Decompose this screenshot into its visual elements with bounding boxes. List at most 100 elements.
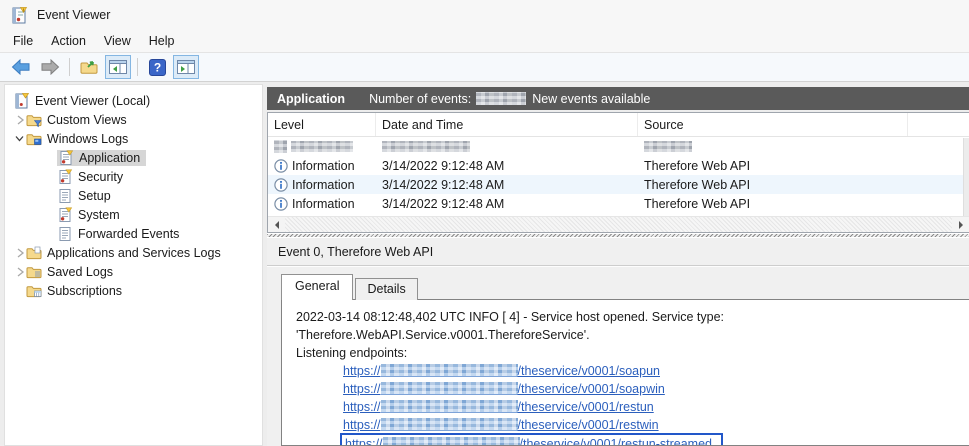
- log-line: 2022-03-14 08:12:48,402 UTC INFO [ 4] - …: [296, 310, 725, 342]
- redacted-host: [380, 382, 518, 395]
- action-pane-icon: [177, 60, 195, 74]
- tree-item-custom-views[interactable]: Custom Views: [5, 110, 262, 129]
- event-viewer-icon: [14, 92, 31, 109]
- tree-item-application[interactable]: Application: [5, 148, 262, 167]
- open-saved-log-button[interactable]: [76, 55, 102, 79]
- scroll-right-arrow[interactable]: [952, 217, 969, 232]
- event-row[interactable]: Information 3/14/2022 9:12:48 AM Therefo…: [268, 194, 969, 213]
- column-header-level[interactable]: Level: [268, 113, 376, 136]
- preview-divider: [267, 265, 969, 266]
- forwarded-events-log-icon: [57, 226, 74, 242]
- event-source: Therefore Web API: [644, 196, 751, 211]
- content-area: Application Number of events: New events…: [267, 82, 969, 446]
- event-list-header-row: Level Date and Time Source: [268, 113, 969, 137]
- redacted-host: [380, 400, 518, 413]
- windows-logs-folder-icon: [26, 131, 43, 147]
- new-events-text: New events available: [532, 91, 651, 106]
- redacted-source: [644, 141, 692, 152]
- svg-text:?: ?: [153, 60, 160, 74]
- folder-export-icon: [80, 59, 99, 75]
- event-row[interactable]: Information 3/14/2022 9:12:48 AM Therefo…: [268, 156, 969, 175]
- tree-item-forwarded-events[interactable]: Forwarded Events: [5, 224, 262, 243]
- chevron-right-icon[interactable]: [13, 266, 26, 278]
- endpoint-link-restwin[interactable]: https:///theservice/v0001/restwin: [343, 416, 965, 434]
- menu-action[interactable]: Action: [42, 32, 95, 50]
- tree-item-label: Security: [78, 169, 124, 184]
- event-row[interactable]: Information 3/14/2022 9:12:48 AM Therefo…: [268, 175, 969, 194]
- tree-item-label: Windows Logs: [47, 131, 129, 146]
- event-row-redacted[interactable]: [268, 137, 969, 156]
- horizontal-scrollbar[interactable]: [268, 216, 969, 232]
- chevron-down-icon[interactable]: [13, 133, 26, 144]
- event-count-redacted: [476, 92, 527, 105]
- event-source: Therefore Web API: [644, 158, 751, 173]
- custom-views-folder-icon: [26, 112, 43, 128]
- scroll-left-arrow[interactable]: [268, 217, 285, 232]
- tree-item-saved-logs[interactable]: Saved Logs: [5, 262, 262, 281]
- tree-item-label: Event Viewer (Local): [35, 93, 151, 108]
- tab-general[interactable]: General: [281, 274, 354, 300]
- toolbar: ?: [0, 52, 969, 82]
- forward-icon: [40, 59, 60, 75]
- tree-item-system[interactable]: System: [5, 205, 262, 224]
- log-header-bar: Application Number of events: New events…: [267, 87, 969, 110]
- menu-bar: File Action View Help: [0, 30, 969, 52]
- application-log-icon: [58, 150, 75, 166]
- log-name: Application: [277, 91, 346, 106]
- event-list: Level Date and Time Source Information 3…: [267, 112, 969, 233]
- column-header-date-and-time[interactable]: Date and Time: [376, 113, 638, 136]
- information-icon: [274, 196, 288, 211]
- chevron-right-icon[interactable]: [13, 114, 26, 126]
- tree-item-security[interactable]: Security: [5, 167, 262, 186]
- saved-logs-folder-icon: [26, 264, 43, 280]
- console-tree-icon: [109, 60, 127, 74]
- window-title: Event Viewer: [37, 8, 111, 22]
- endpoint-list: https:///theservice/v0001/soapun https:/…: [340, 362, 965, 445]
- endpoint-highlight-box: https:///theservice/v0001/restun-streame…: [340, 433, 723, 445]
- vertical-scrollbar[interactable]: [963, 138, 969, 216]
- toggle-action-pane-button[interactable]: [173, 55, 199, 79]
- tree-item-label: Applications and Services Logs: [47, 245, 221, 260]
- redacted-level-text: [291, 141, 353, 152]
- tree-item-label: Application: [79, 150, 141, 165]
- tree-item-applications-and-services-logs[interactable]: Applications and Services Logs: [5, 243, 262, 262]
- tab-details[interactable]: Details: [355, 278, 418, 300]
- event-count-label: Number of events:: [369, 91, 472, 106]
- information-icon: [274, 158, 288, 173]
- event-viewer-app-icon: !: [11, 6, 28, 24]
- help-button[interactable]: ?: [144, 55, 170, 79]
- menu-file[interactable]: File: [4, 32, 42, 50]
- toggle-console-tree-button[interactable]: [105, 55, 131, 79]
- endpoint-link-soapwin[interactable]: https:///theservice/v0001/soapwin: [343, 380, 965, 398]
- event-preview-title: Event 0, Therefore Web API: [278, 245, 434, 259]
- main-area: Event Viewer (Local) Custom Views Window…: [0, 82, 969, 446]
- scrollbar-track[interactable]: [285, 217, 952, 232]
- menu-help[interactable]: Help: [140, 32, 184, 50]
- title-bar: ! Event Viewer: [0, 0, 969, 30]
- column-header-source[interactable]: Source: [638, 113, 908, 136]
- back-icon: [11, 59, 31, 75]
- endpoint-link-soapun[interactable]: https:///theservice/v0001/soapun: [343, 362, 965, 380]
- tree-item-windows-logs[interactable]: Windows Logs: [5, 129, 262, 148]
- forward-button[interactable]: [37, 55, 63, 79]
- tree-item-event-viewer-local[interactable]: Event Viewer (Local): [5, 91, 262, 110]
- chevron-right-icon[interactable]: [13, 247, 26, 259]
- redacted-level-icon: [274, 140, 287, 153]
- event-datetime: 3/14/2022 9:12:48 AM: [382, 177, 505, 192]
- information-icon: [274, 177, 288, 192]
- event-source: Therefore Web API: [644, 177, 751, 192]
- tree-item-label: System: [78, 207, 120, 222]
- endpoint-link-restun[interactable]: https:///theservice/v0001/restun: [343, 398, 965, 416]
- event-detail-box: 2022-03-14 08:12:48,402 UTC INFO [ 4] - …: [281, 299, 969, 446]
- tree-item-setup[interactable]: Setup: [5, 186, 262, 205]
- tree-item-subscriptions[interactable]: Subscriptions: [5, 281, 262, 300]
- tree-item-label: Setup: [78, 188, 111, 203]
- menu-view[interactable]: View: [95, 32, 140, 50]
- event-level: Information: [292, 158, 355, 173]
- endpoint-link-restun-streamed[interactable]: https:///theservice/v0001/restun-streame…: [340, 433, 965, 445]
- tree-item-label: Forwarded Events: [78, 226, 180, 241]
- redacted-host: [380, 418, 518, 431]
- selected-tree-item: Application: [57, 149, 147, 166]
- setup-log-icon: [57, 188, 74, 204]
- back-button[interactable]: [8, 55, 34, 79]
